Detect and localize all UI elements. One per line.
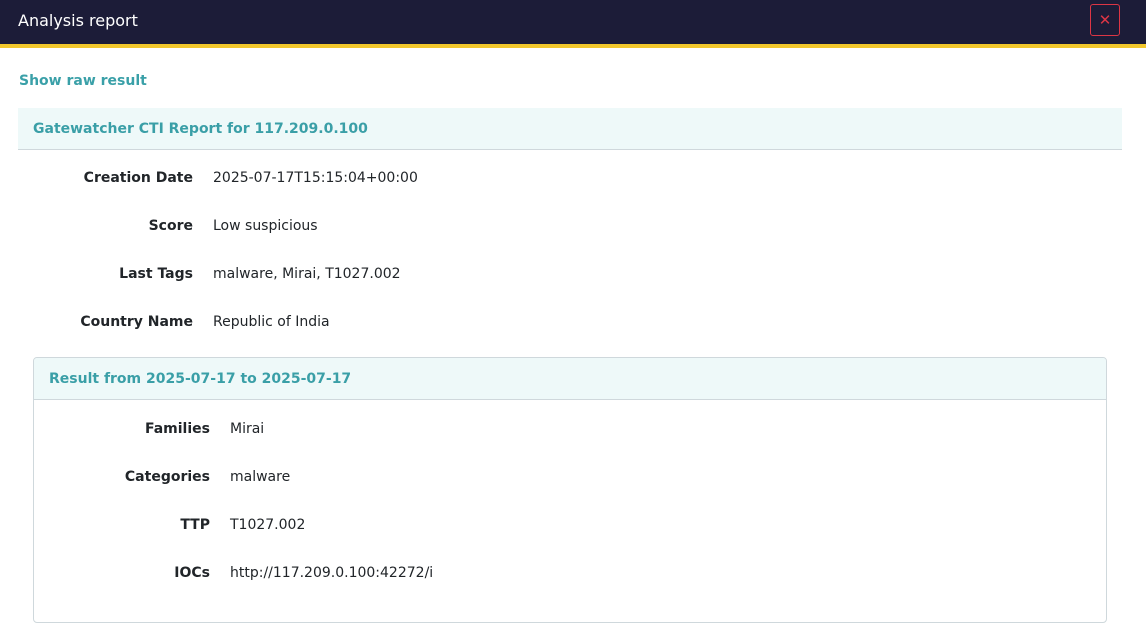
field-row-score: Score Low suspicious xyxy=(0,216,318,236)
field-label: Creation Date xyxy=(83,170,193,186)
field-label: IOCs xyxy=(174,565,210,581)
show-raw-result-link[interactable]: Show raw result xyxy=(19,72,147,90)
field-value: Republic of India xyxy=(213,314,330,330)
field-row-country-name: Country Name Republic of India xyxy=(0,312,329,332)
field-value: T1027.002 xyxy=(230,517,306,533)
field-label: TTP xyxy=(180,517,210,533)
field-value: Mirai xyxy=(230,421,265,437)
field-label: Categories xyxy=(124,469,210,485)
field-label: Country Name xyxy=(80,314,193,330)
field-value: 2025-07-17T15:15:04+00:00 xyxy=(213,170,418,186)
field-label: Score xyxy=(148,218,193,234)
field-value: malware, Mirai, T1027.002 xyxy=(213,266,401,282)
field-row-creation-date: Creation Date 2025-07-17T15:15:04+00:00 xyxy=(0,168,418,188)
result-panel-header: Result from 2025-07-17 to 2025-07-17 xyxy=(34,358,1106,400)
field-row-families: Families Mirai xyxy=(34,419,264,439)
field-label: Families xyxy=(144,421,210,437)
field-row-last-tags: Last Tags malware, Mirai, T1027.002 xyxy=(0,264,400,284)
modal-title: Analysis report xyxy=(18,11,138,30)
field-row-categories: Categories malware xyxy=(34,467,290,487)
close-icon: ✕ xyxy=(1098,11,1112,29)
field-value: malware xyxy=(230,469,291,485)
report-title: Gatewatcher CTI Report for 117.209.0.100 xyxy=(33,121,368,137)
field-value: Low suspicious xyxy=(213,218,318,234)
field-value: http://117.209.0.100:42272/i xyxy=(230,565,434,581)
field-row-ttp: TTP T1027.002 xyxy=(34,515,305,535)
field-row-iocs: IOCs http://117.209.0.100:42272/i xyxy=(34,563,433,583)
field-label: Last Tags xyxy=(119,266,193,282)
close-button[interactable]: ✕ xyxy=(1090,4,1120,36)
result-panel: Result from 2025-07-17 to 2025-07-17 Fam… xyxy=(33,357,1107,623)
result-panel-title: Result from 2025-07-17 to 2025-07-17 xyxy=(49,371,352,387)
report-section-header: Gatewatcher CTI Report for 117.209.0.100 xyxy=(18,108,1122,150)
modal-header: Analysis report ✕ xyxy=(0,0,1146,48)
